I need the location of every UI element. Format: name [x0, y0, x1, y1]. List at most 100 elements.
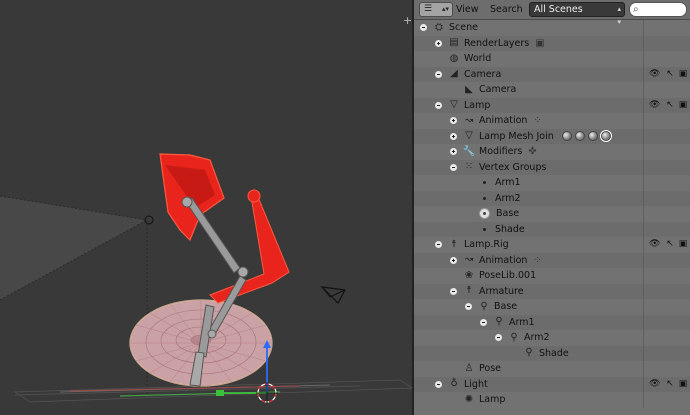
expand-toggle-icon[interactable]	[449, 132, 458, 141]
outliner-item[interactable]: ⚲ Arm1	[479, 315, 535, 331]
collapse-toggle-icon[interactable]	[434, 380, 443, 389]
editor-type-selector[interactable]: ☰ ▴▾	[419, 2, 453, 17]
outliner-row[interactable]: ⛭ Scene	[414, 20, 690, 36]
outliner-item[interactable]: ⚲ Base	[464, 299, 517, 315]
outliner-row[interactable]: Base	[414, 206, 690, 222]
outliner-row[interactable]: ⁙ Vertex Groups	[414, 159, 690, 176]
viewport-scene[interactable]: +	[0, 0, 412, 415]
outliner-item[interactable]: ✺ Lamp	[449, 392, 506, 408]
3d-viewport[interactable]: +	[0, 0, 412, 415]
action-icon[interactable]: ⁘	[533, 255, 541, 266]
collapse-toggle-icon[interactable]	[434, 240, 443, 249]
expand-toggle-icon[interactable]	[449, 116, 458, 125]
outliner-row[interactable]: ▤ RenderLayers ▣	[414, 35, 690, 52]
renderability-camera-icon[interactable]: ▣	[678, 100, 688, 111]
outliner-item[interactable]: ☨ Lamp.Rig	[434, 237, 509, 253]
outliner-row[interactable]: ✺ Lamp	[414, 392, 690, 408]
outliner-row[interactable]: 🔧 Modifiers ✜	[414, 144, 690, 160]
armature-modifier-icon[interactable]: ✜	[528, 146, 536, 157]
restriction-column	[643, 299, 690, 315]
collapse-toggle-icon[interactable]	[479, 318, 488, 327]
collapse-toggle-icon[interactable]	[449, 287, 458, 296]
outliner-item[interactable]: Shade	[482, 222, 525, 238]
outliner-row[interactable]: ⚲ Shade	[414, 345, 690, 362]
outliner-item[interactable]: ☨ Armature	[449, 284, 524, 300]
outliner-item[interactable]: ◣ Camera	[449, 82, 516, 98]
renderability-camera-icon[interactable]: ▣	[678, 69, 688, 80]
outliner-row[interactable]: ♙ Pose	[414, 361, 690, 377]
outliner-row[interactable]: ◢ Camera 👁 ↖ ▣	[414, 66, 690, 83]
bone-icon: ⚲	[480, 300, 488, 312]
render-layers-icon: ▤	[449, 37, 459, 49]
gizmo-y-handle[interactable]	[216, 390, 224, 396]
collapse-toggle-icon[interactable]	[419, 23, 428, 32]
collapse-toggle-icon[interactable]	[449, 163, 458, 172]
outliner-item[interactable]: ⚲ Shade	[509, 346, 568, 362]
outliner-row[interactable]: ⚲ Arm2	[414, 330, 690, 346]
outliner-row[interactable]: Arm1	[414, 175, 690, 191]
outliner-item[interactable]: ⁙ Vertex Groups	[449, 160, 546, 176]
outliner-row[interactable]: ⚲ Base	[414, 299, 690, 315]
material-icon[interactable]	[574, 131, 585, 142]
outliner-row[interactable]: ☨ Lamp.Rig 👁 ↖ ▣	[414, 237, 690, 253]
outliner-item[interactable]: ▽ Lamp Mesh Join	[449, 129, 612, 145]
selectability-cursor-icon[interactable]: ↖	[665, 239, 675, 250]
visibility-eye-icon[interactable]: 👁	[649, 239, 660, 250]
action-icon[interactable]: ⁘	[533, 115, 541, 126]
menu-search[interactable]: Search	[490, 4, 523, 15]
outliner-row[interactable]: ▽ Lamp 👁 ↖ ▣	[414, 97, 690, 114]
outliner-item[interactable]: ▤ RenderLayers ▣	[434, 36, 545, 52]
search-input[interactable]: ⌕	[629, 2, 687, 17]
outliner-item[interactable]: ♙ Pose	[449, 361, 501, 377]
outliner-row[interactable]: ◍ World	[414, 51, 690, 67]
outliner-item[interactable]: ◍ World	[434, 51, 492, 67]
collapse-toggle-icon[interactable]	[464, 302, 473, 311]
outliner-row[interactable]: ▽ Lamp Mesh Join	[414, 128, 690, 145]
menu-view[interactable]: View	[456, 4, 479, 15]
outliner-item-label: Modifiers	[479, 146, 523, 158]
expand-toggle-icon[interactable]	[434, 39, 443, 48]
outliner-item[interactable]: ♁ Light	[434, 377, 488, 393]
material-icon[interactable]	[587, 131, 598, 142]
material-icon[interactable]	[561, 131, 572, 142]
display-mode-dropdown[interactable]: All Scenes ▴ ▾	[529, 2, 625, 26]
outliner-row[interactable]: ◣ Camera	[414, 82, 690, 98]
outliner-row[interactable]: ⚲ Arm1	[414, 314, 690, 331]
outliner-row[interactable]: ❀ PoseLib.001	[414, 268, 690, 284]
outliner-row[interactable]: ↝ Animation ⁘	[414, 252, 690, 269]
expand-toggle-icon[interactable]	[449, 256, 458, 265]
outliner-item[interactable]: ⚲ Arm2	[494, 330, 550, 346]
collapse-toggle-icon[interactable]	[494, 333, 503, 342]
outliner-row[interactable]: ♁ Light 👁 ↖ ▣	[414, 376, 690, 393]
selectability-cursor-icon[interactable]: ↖	[665, 69, 675, 80]
outliner-item[interactable]: ↝ Animation ⁘	[449, 253, 542, 269]
outliner-item[interactable]: Arm1	[482, 175, 521, 191]
outliner-item[interactable]: ❀ PoseLib.001	[449, 268, 536, 284]
outliner-item[interactable]: ◢ Camera	[434, 67, 501, 83]
outliner-item[interactable]: ↝ Animation ⁘	[449, 113, 542, 129]
material-icon[interactable]	[599, 130, 612, 143]
visibility-eye-icon[interactable]: 👁	[649, 69, 660, 80]
renderability-camera-icon[interactable]: ▣	[678, 379, 688, 390]
bone-shade[interactable]	[185, 197, 241, 274]
outliner-item[interactable]: ▽ Lamp	[434, 98, 490, 114]
toolshelf-toggle-icon[interactable]: +	[403, 14, 412, 27]
selectability-cursor-icon[interactable]: ↖	[665, 379, 675, 390]
renderability-camera-icon[interactable]: ▣	[678, 239, 688, 250]
outliner-item[interactable]: Base	[479, 206, 519, 222]
outliner-item[interactable]: 🔧 Modifiers ✜	[449, 144, 537, 160]
render-layer-icon[interactable]: ▣	[535, 38, 544, 49]
outliner-row[interactable]: ↝ Animation ⁘	[414, 113, 690, 129]
outliner-row[interactable]: ☨ Armature	[414, 283, 690, 300]
outliner-item[interactable]: Arm2	[482, 191, 521, 207]
selectability-cursor-icon[interactable]: ↖	[665, 100, 675, 111]
expand-toggle-icon[interactable]	[449, 147, 458, 156]
outliner-row[interactable]: Shade	[414, 221, 690, 238]
visibility-eye-icon[interactable]: 👁	[649, 100, 660, 111]
collapse-toggle-icon[interactable]	[434, 70, 443, 79]
visibility-eye-icon[interactable]: 👁	[649, 379, 660, 390]
restriction-column	[643, 221, 690, 237]
outliner-row[interactable]: Arm2	[414, 190, 690, 207]
collapse-toggle-icon[interactable]	[434, 101, 443, 110]
outliner-item[interactable]: ⛭ Scene	[419, 20, 478, 36]
